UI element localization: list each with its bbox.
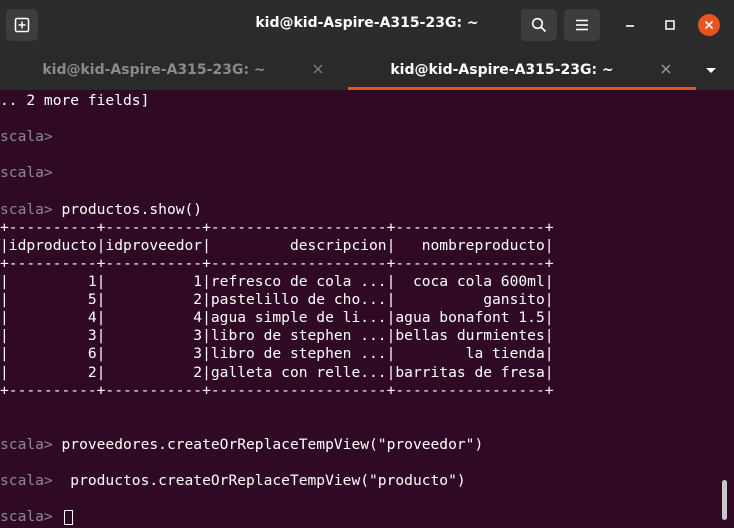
- terminal-line: .. 2 more fields]: [0, 92, 149, 110]
- line-text: .. 2 more fields]: [0, 92, 150, 109]
- prompt: scala>: [0, 164, 53, 182]
- search-icon: [531, 17, 547, 33]
- menu-button[interactable]: [564, 9, 600, 41]
- tab-close-icon[interactable]: [312, 63, 324, 75]
- terminal-line: scala>: [0, 164, 53, 182]
- minimize-icon: [626, 25, 634, 27]
- terminal-line: scala>: [0, 128, 53, 146]
- line-text: | 1| 1|refresco de cola ...| coca cola 6…: [0, 273, 554, 290]
- line-text: +----------+-----------+----------------…: [0, 254, 554, 272]
- line-text: proveedores.createOrReplaceTempView("pro…: [52, 435, 484, 453]
- line-text: | 4| 4|agua simple de li...|agua bonafon…: [0, 309, 554, 327]
- maximize-icon: [665, 20, 675, 30]
- line-text: productos.show(): [52, 200, 203, 218]
- terminal-line: | 6| 3|libro de stephen ...| la tienda|: [0, 345, 554, 363]
- line-text: | 5| 2|pastelillo de cho...| gansito|: [0, 291, 554, 309]
- line-text: | 3| 3|libro de stephen ...|bellas durmi…: [0, 327, 554, 345]
- terminal-line: scala> proveedores.createOrReplaceTempVi…: [0, 436, 483, 454]
- terminal-line: scala>: [0, 508, 73, 526]
- tab-label: kid@kid-Aspire-A315-23G: ~: [390, 62, 614, 78]
- tab-close-icon[interactable]: [660, 63, 672, 75]
- line-text: [53, 508, 62, 525]
- prompt: scala>: [0, 128, 53, 146]
- terminal-line: | 2| 2|galleta con relle...|barritas de …: [0, 364, 554, 382]
- terminal-line: +----------+-----------+----------------…: [0, 255, 554, 273]
- terminal-output[interactable]: .. 2 more fields] scala> scala> scala> prod…: [0, 90, 720, 528]
- tab-bar: kid@kid-Aspire-A315-23G: ~ kid@kid-Aspir…: [0, 50, 734, 90]
- terminal-line: | 5| 2|pastelillo de cho...| gansito|: [0, 291, 554, 309]
- terminal-line: | 1| 1|refresco de cola ...| coca cola 6…: [0, 273, 554, 291]
- maximize-button[interactable]: [660, 14, 680, 36]
- terminal-line: |idproducto|idproveedor| descripcion| no…: [0, 237, 554, 255]
- close-button[interactable]: [698, 14, 720, 36]
- line-text: +----------+-----------+----------------…: [0, 218, 554, 236]
- scrollbar[interactable]: [722, 480, 727, 520]
- minimize-button[interactable]: [620, 14, 640, 36]
- title-bar: kid@kid-Aspire-A315-23G: ~: [0, 0, 734, 50]
- prompt: scala>: [0, 508, 53, 526]
- close-icon: [704, 20, 714, 30]
- line-text: |idproducto|idproveedor| descripcion| no…: [0, 236, 554, 254]
- terminal-line: scala> productos.show(): [0, 201, 202, 219]
- line-text: productos.createOrReplaceTempView("produ…: [52, 472, 466, 490]
- tab-terminal-1[interactable]: kid@kid-Aspire-A315-23G: ~: [0, 50, 348, 90]
- terminal-line: scala> productos.createOrReplaceTempView…: [0, 472, 466, 490]
- prompt: scala>: [0, 200, 53, 218]
- tab-label: kid@kid-Aspire-A315-23G: ~: [42, 62, 266, 78]
- search-button[interactable]: [521, 9, 557, 41]
- hamburger-menu-icon: [576, 19, 588, 31]
- prompt: scala>: [0, 435, 53, 453]
- line-text: | 6| 3|libro de stephen ...| la tienda|: [0, 345, 554, 363]
- prompt: scala>: [0, 472, 53, 490]
- line-text: +----------+-----------+----------------…: [0, 381, 554, 399]
- terminal-line: | 4| 4|agua simple de li...|agua bonafon…: [0, 309, 554, 327]
- terminal-line: | 3| 3|libro de stephen ...|bellas durmi…: [0, 327, 554, 345]
- text-cursor: [63, 509, 73, 525]
- tab-terminal-2[interactable]: kid@kid-Aspire-A315-23G: ~: [348, 50, 696, 90]
- terminal-line: +----------+-----------+----------------…: [0, 382, 554, 400]
- line-text: | 2| 2|galleta con relle...|barritas de …: [0, 363, 554, 381]
- terminal-line: +----------+-----------+----------------…: [0, 219, 554, 237]
- chevron-down-icon[interactable]: [700, 62, 722, 78]
